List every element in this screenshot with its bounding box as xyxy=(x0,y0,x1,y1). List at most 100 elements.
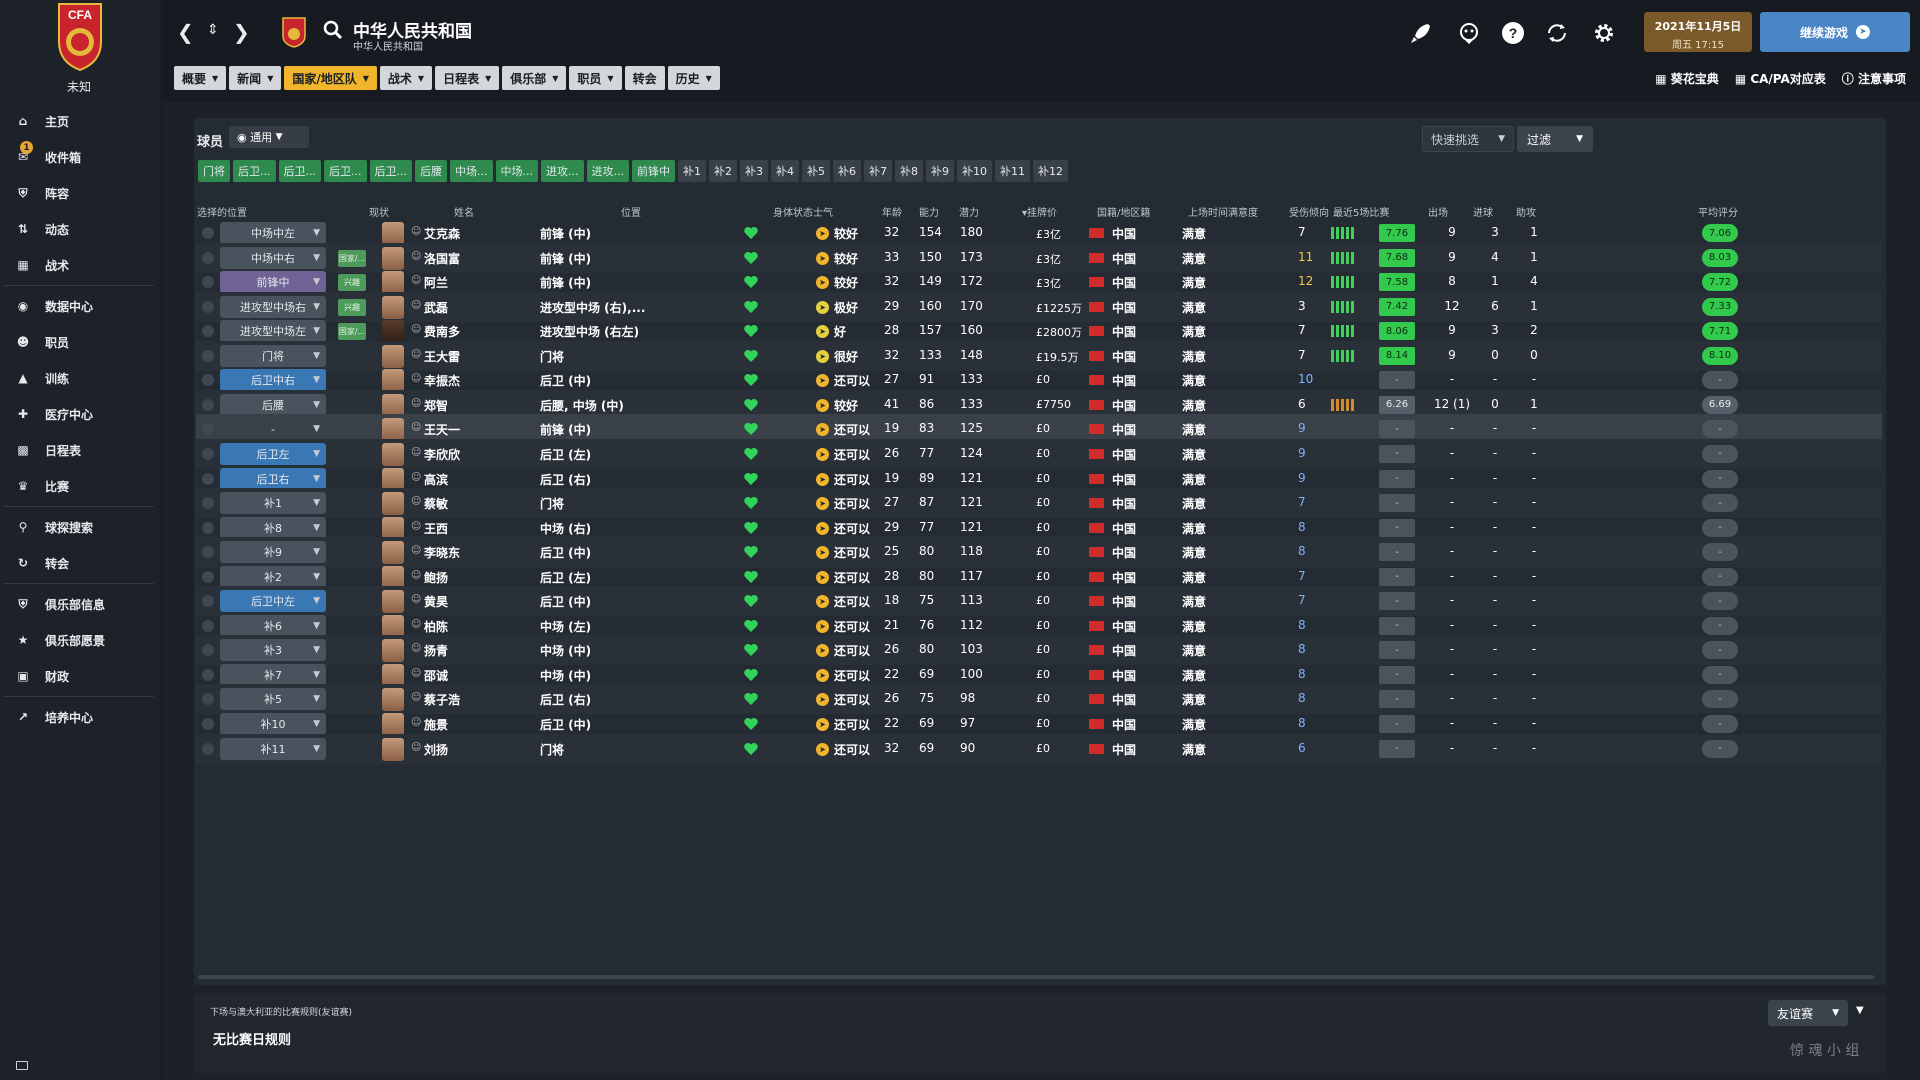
player-name[interactable]: 王天一 xyxy=(424,421,460,438)
col-morale[interactable]: 士气 xyxy=(813,204,833,219)
selected-position-dropdown[interactable]: 补2 ▼ xyxy=(220,565,326,588)
selected-position-dropdown[interactable]: - ▼ xyxy=(220,418,326,440)
select-radio[interactable] xyxy=(202,325,214,338)
selected-position-dropdown[interactable]: 进攻型中场左 ▼ xyxy=(220,320,326,343)
sidebar-item-9[interactable]: ▩ 日程表 xyxy=(0,432,158,468)
selected-position-dropdown[interactable]: 补6 ▼ xyxy=(220,614,326,637)
sidebar-item-4[interactable]: ▦ 战术 xyxy=(0,247,158,283)
player-name[interactable]: 王西 xyxy=(424,520,448,537)
gear-icon[interactable] xyxy=(1591,20,1617,46)
select-radio[interactable] xyxy=(202,546,214,559)
selected-position-dropdown[interactable]: 补7 ▼ xyxy=(220,663,326,686)
position-chip[interactable]: 后卫... xyxy=(369,160,412,182)
player-name[interactable]: 高滨 xyxy=(424,471,448,488)
position-chip[interactable]: 补7 xyxy=(864,160,892,182)
select-radio[interactable] xyxy=(202,644,214,657)
selected-position-dropdown[interactable]: 后卫中右 ▼ xyxy=(220,369,326,392)
position-chip[interactable]: 补11 xyxy=(995,160,1030,182)
continue-button[interactable]: 继续游戏 ➤ xyxy=(1760,12,1910,52)
player-name[interactable]: 费南多 xyxy=(424,323,460,340)
position-chip[interactable]: 补12 xyxy=(1033,160,1068,182)
select-radio[interactable] xyxy=(202,668,214,681)
select-radio[interactable] xyxy=(202,300,214,313)
link-notes[interactable]: ⓘ 注意事项 xyxy=(1842,70,1906,87)
select-radio[interactable] xyxy=(202,374,214,387)
select-radio[interactable] xyxy=(202,276,214,289)
sidebar-item-5[interactable]: ◉ 数据中心 xyxy=(0,288,158,324)
player-name[interactable]: 柏陈 xyxy=(424,618,448,635)
position-chip[interactable]: 后卫... xyxy=(324,160,367,182)
col-nation[interactable]: 国籍/地区籍 xyxy=(1097,204,1150,219)
menu-tab-1[interactable]: 新闻 ▼ xyxy=(229,66,282,90)
refresh-icon[interactable] xyxy=(1544,20,1570,46)
select-radio[interactable] xyxy=(202,398,214,411)
player-name[interactable]: 洛国富 xyxy=(424,250,460,267)
selected-position-dropdown[interactable]: 补1 ▼ xyxy=(220,492,326,515)
sidebar-item-15[interactable]: ▣ 财政 xyxy=(0,658,158,694)
competition-dropdown[interactable]: 友谊赛 ▼ xyxy=(1768,1000,1848,1026)
col-pa[interactable]: 潜力 xyxy=(959,204,979,219)
col-form[interactable]: 最近5场比赛 xyxy=(1333,204,1389,219)
position-chip[interactable]: 进攻... xyxy=(586,160,629,182)
sidebar-item-11[interactable]: ⚲ 球探搜索 xyxy=(0,509,158,545)
select-radio[interactable] xyxy=(202,595,214,608)
position-chip[interactable]: 补6 xyxy=(833,160,861,182)
selected-position-dropdown[interactable]: 后腰 ▼ xyxy=(220,393,326,416)
player-name[interactable]: 艾克森 xyxy=(424,225,460,242)
position-chip[interactable]: 中场... xyxy=(495,160,538,182)
player-name[interactable]: 郑智 xyxy=(424,397,448,414)
player-name[interactable]: 武磊 xyxy=(424,299,448,316)
sidebar-item-16[interactable]: ↗ 培养中心 xyxy=(0,699,158,735)
selected-position-dropdown[interactable]: 补3 ▼ xyxy=(220,639,326,662)
select-radio[interactable] xyxy=(202,472,214,485)
position-chip[interactable]: 补10 xyxy=(957,160,992,182)
selected-position-dropdown[interactable]: 进攻型中场右 ▼ xyxy=(220,295,326,318)
player-name[interactable]: 蔡子浩 xyxy=(424,691,460,708)
position-chip[interactable]: 补5 xyxy=(802,160,830,182)
col-condition[interactable]: 身体状态 xyxy=(773,204,813,219)
player-name[interactable]: 鲍扬 xyxy=(424,569,448,586)
forward-icon[interactable]: ❯ xyxy=(233,20,250,44)
select-radio[interactable] xyxy=(202,423,214,436)
position-chip[interactable]: 门将 xyxy=(198,160,230,182)
position-chip[interactable]: 中场... xyxy=(450,160,493,182)
horizontal-scrollbar[interactable] xyxy=(198,975,1874,979)
player-name[interactable]: 刘扬 xyxy=(424,741,448,758)
select-radio[interactable] xyxy=(202,693,214,706)
position-chip[interactable]: 补9 xyxy=(926,160,954,182)
selected-position-dropdown[interactable]: 补9 ▼ xyxy=(220,541,326,564)
selected-position-dropdown[interactable]: 后卫左 ▼ xyxy=(220,442,326,465)
view-selector[interactable]: ◉ 通用 ▼ xyxy=(229,126,309,148)
selected-position-dropdown[interactable]: 补10 ▼ xyxy=(220,713,326,735)
col-avg[interactable]: 平均评分 xyxy=(1698,204,1738,219)
search-icon[interactable] xyxy=(323,20,343,40)
select-radio[interactable] xyxy=(202,521,214,534)
player-name[interactable]: 施景 xyxy=(424,716,448,733)
position-chip[interactable]: 进攻... xyxy=(541,160,584,182)
sidebar-item-0[interactable]: ⌂ 主页 xyxy=(0,103,158,139)
link-capa-table[interactable]: ▦ CA/PA对应表 xyxy=(1735,70,1826,87)
select-radio[interactable] xyxy=(202,570,214,583)
position-chip[interactable]: 后腰 xyxy=(415,160,447,182)
player-name[interactable]: 扬青 xyxy=(424,642,448,659)
col-assists[interactable]: 助攻 xyxy=(1516,204,1536,219)
menu-tab-0[interactable]: 概要 ▼ xyxy=(174,66,227,90)
sidebar-item-7[interactable]: ▲ 训练 xyxy=(0,360,158,396)
player-name[interactable]: 邵诚 xyxy=(424,667,448,684)
back-icon[interactable]: ❮ xyxy=(177,20,194,44)
select-radio[interactable] xyxy=(202,619,214,632)
col-injury[interactable]: 受伤倾向 xyxy=(1289,204,1329,219)
game-date[interactable]: 2021年11月5日 周五 17:15 xyxy=(1644,12,1752,52)
sidebar-item-2[interactable]: ⛨ 阵容 xyxy=(0,175,158,211)
position-chip[interactable]: 后卫... xyxy=(278,160,321,182)
sidebar-item-3[interactable]: ⇅ 动态 xyxy=(0,211,158,247)
selected-position-dropdown[interactable]: 中场中右 ▼ xyxy=(220,246,326,269)
menu-tab-2[interactable]: 国家/地区队 ▼ xyxy=(284,66,377,90)
position-chip[interactable]: 后卫... xyxy=(233,160,276,182)
selected-position-dropdown[interactable]: 中场中左 ▼ xyxy=(220,222,326,244)
select-radio[interactable] xyxy=(202,447,214,460)
sidebar-item-6[interactable]: ☻ 职员 xyxy=(0,324,158,360)
table-row[interactable]: 补11 ▼ ☺ 刘扬 门将 ➤ 还可以 32 69 90 £0 中国 满意 6 - - - - - xyxy=(196,733,1882,764)
position-chip[interactable]: 补8 xyxy=(895,160,923,182)
menu-tab-7[interactable]: 转会 xyxy=(624,66,665,90)
